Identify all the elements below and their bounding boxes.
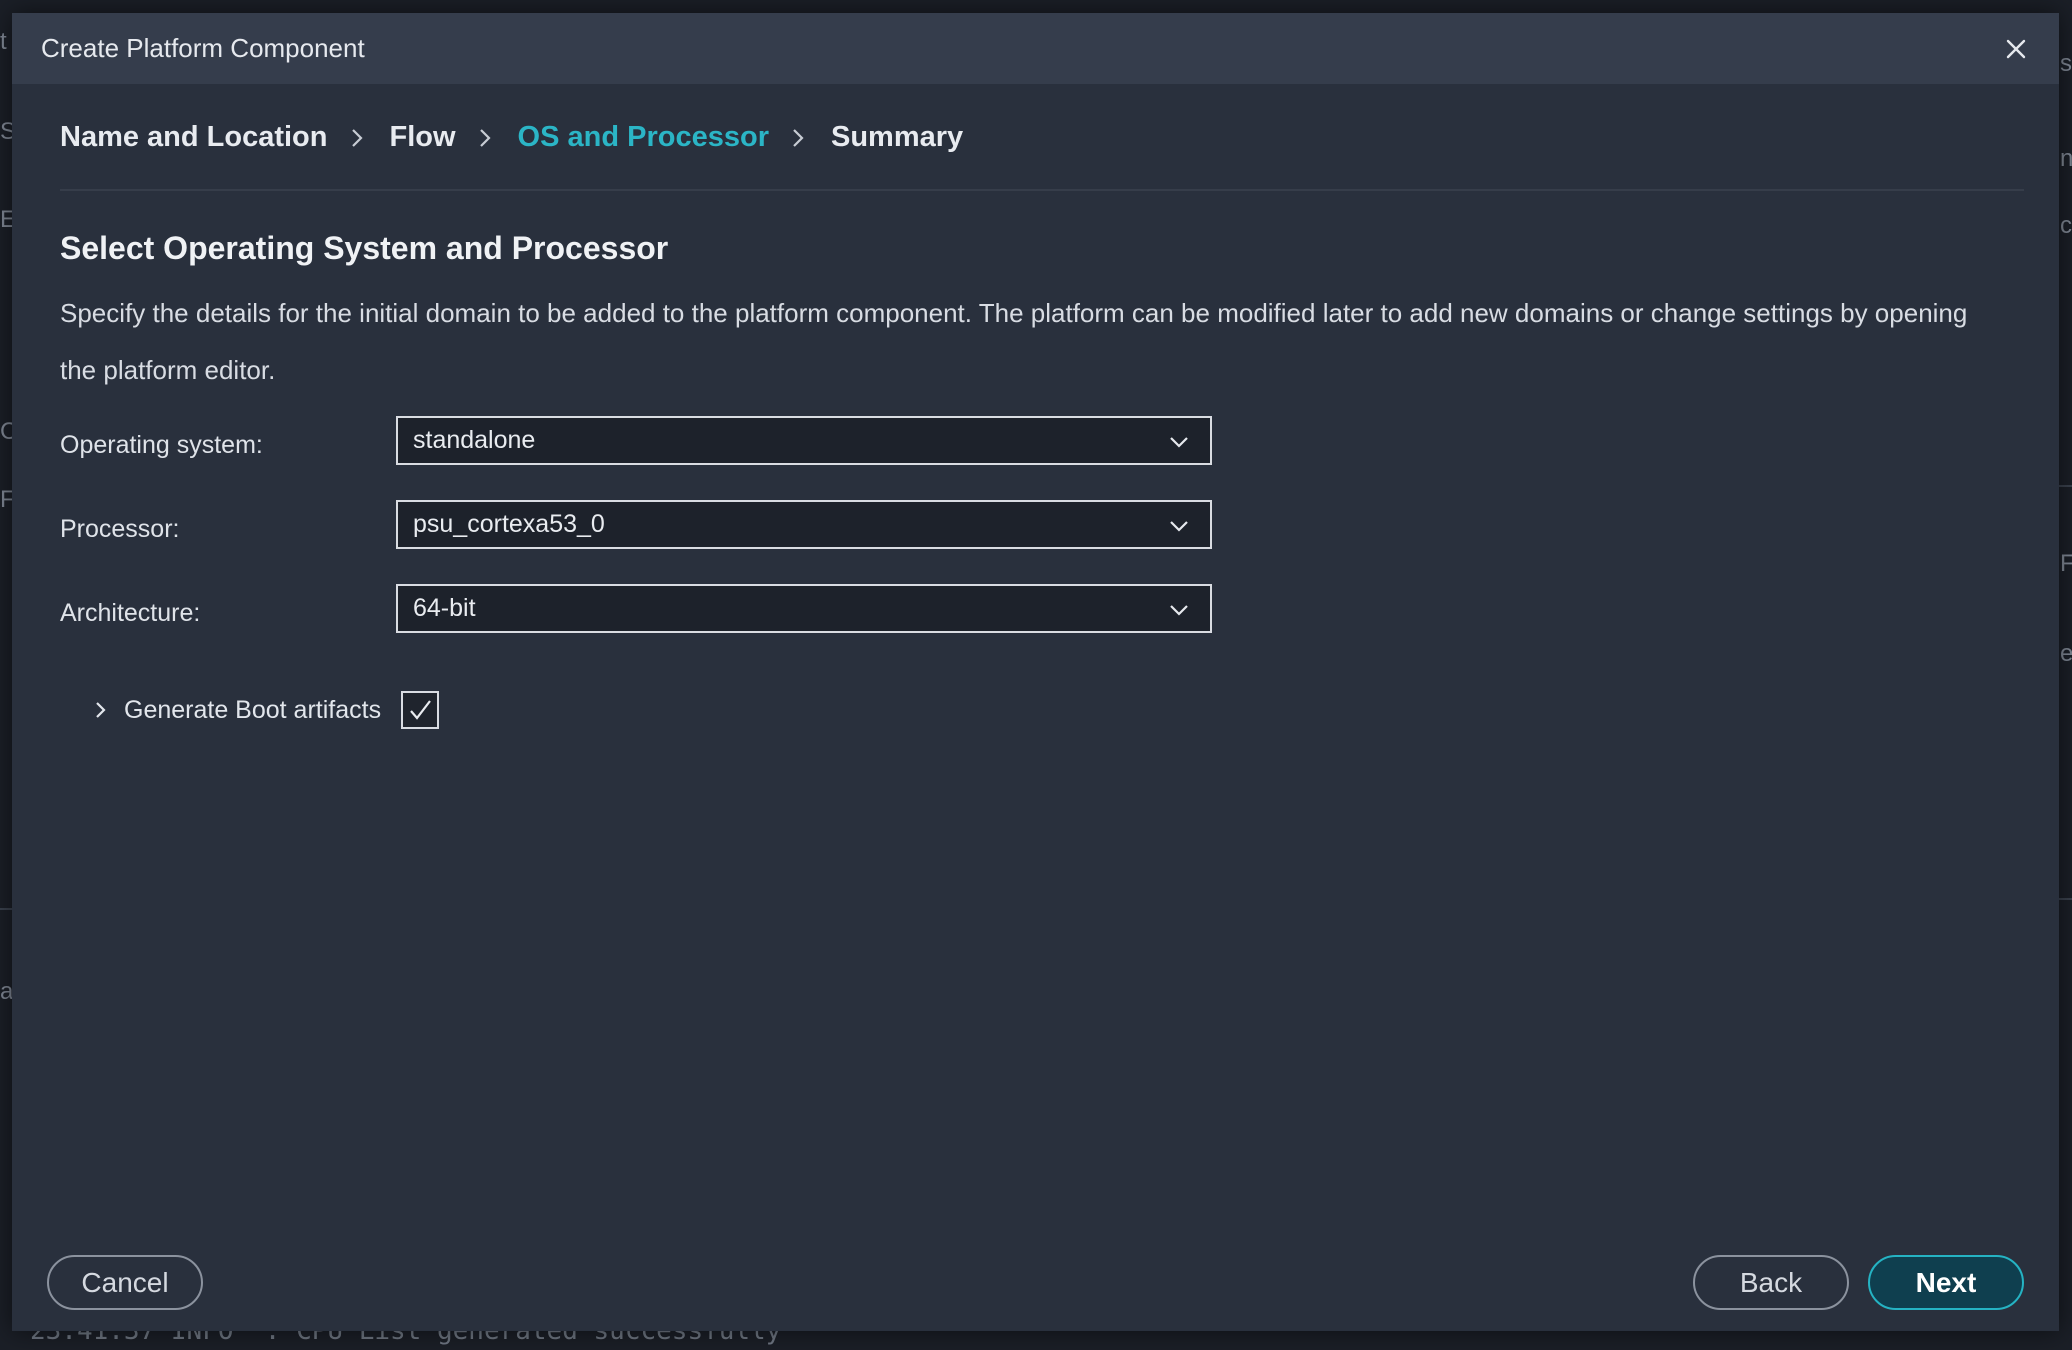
section-description: Specify the details for the initial doma… <box>60 298 1968 385</box>
architecture-select-value: 64-bit <box>413 594 476 622</box>
expand-chevron-icon[interactable] <box>92 699 110 721</box>
breadcrumb-step-flow[interactable]: Flow <box>390 121 456 154</box>
chevron-right-icon <box>350 126 366 150</box>
breadcrumb-divider <box>60 189 2024 191</box>
chevron-right-icon <box>478 126 494 150</box>
os-select[interactable]: standalone <box>396 416 1212 465</box>
breadcrumb: Name and Location Flow OS and Processor … <box>60 121 963 154</box>
os-select-value: standalone <box>413 426 536 454</box>
processor-label: Processor: <box>60 515 180 543</box>
background-divider <box>0 908 12 910</box>
section-heading: Select Operating System and Processor <box>60 230 669 266</box>
background-ide-text: c <box>2060 212 2072 239</box>
os-label: Operating system: <box>60 431 263 459</box>
architecture-select[interactable]: 64-bit <box>396 584 1212 633</box>
close-icon[interactable] <box>2003 36 2029 62</box>
breadcrumb-step-os-and-processor[interactable]: OS and Processor <box>518 121 769 154</box>
background-divider <box>2059 485 2072 487</box>
generate-boot-artifacts-label: Generate Boot artifacts <box>124 695 382 724</box>
background-ide-text: t <box>0 28 7 55</box>
background-divider <box>2059 898 2072 900</box>
background-ide-text: s <box>2060 50 2072 77</box>
background-ide-text: e <box>2060 640 2072 667</box>
processor-select[interactable]: psu_cortexa53_0 <box>396 500 1212 549</box>
chevron-down-icon <box>1168 599 1190 621</box>
generate-boot-artifacts-row: Generate Boot artifacts <box>92 691 440 729</box>
breadcrumb-step-name-and-location[interactable]: Name and Location <box>60 121 328 154</box>
cancel-button[interactable]: Cancel <box>47 1255 203 1310</box>
dialog-title: Create Platform Component <box>41 33 365 63</box>
back-button[interactable]: Back <box>1693 1255 1849 1310</box>
background-ide-text: F <box>2060 550 2072 577</box>
generate-boot-artifacts-checkbox[interactable] <box>401 691 440 729</box>
dialog-titlebar: Create Platform Component <box>12 13 2059 84</box>
chevron-down-icon <box>1168 515 1190 537</box>
breadcrumb-step-summary[interactable]: Summary <box>831 121 963 154</box>
chevron-down-icon <box>1168 431 1190 453</box>
background-ide-text: n <box>2060 145 2072 172</box>
architecture-label: Architecture: <box>60 599 201 627</box>
next-button[interactable]: Next <box>1868 1255 2024 1310</box>
processor-select-value: psu_cortexa53_0 <box>413 510 605 538</box>
chevron-right-icon <box>791 126 807 150</box>
create-platform-dialog: Create Platform Component Name and Locat… <box>12 13 2059 1331</box>
